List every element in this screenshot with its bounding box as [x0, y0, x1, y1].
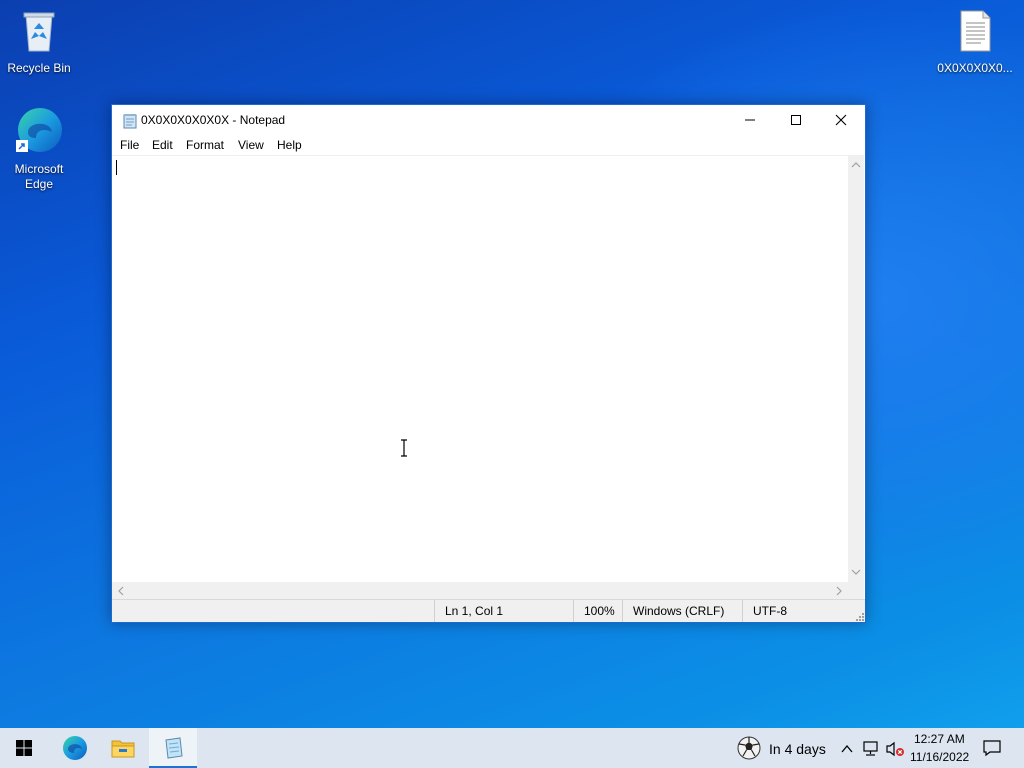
- taskbar: In 4 days 12:27 AM 11/16/2022: [0, 728, 1024, 768]
- status-line-ending: Windows (CRLF): [622, 600, 743, 622]
- vertical-scrollbar[interactable]: [848, 155, 864, 582]
- start-button[interactable]: [0, 728, 48, 768]
- close-button[interactable]: [818, 105, 864, 135]
- recycle-bin-icon: [1, 9, 77, 57]
- desktop-icon-text-file[interactable]: 0X0X0X0X0...: [937, 9, 1013, 76]
- status-position: Ln 1, Col 1: [434, 600, 573, 622]
- weather-icon[interactable]: [737, 736, 761, 760]
- status-encoding: UTF-8: [742, 600, 853, 622]
- edge-icon: [63, 736, 87, 760]
- clock-time[interactable]: 12:27 AM: [914, 732, 965, 746]
- folder-icon: [111, 740, 135, 758]
- menu-bar: File Edit Format View Help: [112, 135, 865, 155]
- taskbar-notepad-button[interactable]: [149, 728, 197, 768]
- close-icon: [835, 114, 847, 126]
- text-caret: [116, 160, 117, 175]
- resize-grip-icon[interactable]: [854, 611, 864, 621]
- weather-text[interactable]: In 4 days: [769, 741, 826, 757]
- desktop-icon-microsoft-edge[interactable]: Microsoft Edge: [1, 106, 77, 192]
- windows-logo-icon: [16, 740, 32, 756]
- minimize-button[interactable]: [727, 105, 773, 135]
- clock-date[interactable]: 11/16/2022: [910, 750, 969, 764]
- volume-muted-icon[interactable]: [885, 741, 905, 757]
- scrollbar-corner: [848, 582, 864, 599]
- text-editor[interactable]: [112, 155, 848, 583]
- title-bar[interactable]: 0X0X0X0X0X0X - Notepad: [112, 105, 865, 135]
- notifications-icon[interactable]: [982, 739, 1002, 757]
- desktop-icon-label: Microsoft Edge: [14, 162, 64, 191]
- show-hidden-icons-icon[interactable]: [840, 742, 854, 756]
- desktop-icon-label: Recycle Bin: [7, 61, 71, 75]
- network-icon[interactable]: [862, 741, 880, 757]
- menu-file[interactable]: File: [120, 138, 139, 152]
- notepad-icon: [165, 737, 183, 759]
- status-bar: Ln 1, Col 1 100% Windows (CRLF) UTF-8: [112, 599, 865, 622]
- notepad-window: 0X0X0X0X0X0X - Notepad File Edit Format …: [111, 104, 866, 623]
- scroll-right-icon[interactable]: [831, 583, 847, 599]
- edge-icon: [1, 106, 77, 158]
- ibeam-cursor-icon: [401, 439, 407, 457]
- maximize-button[interactable]: [773, 105, 819, 135]
- horizontal-scrollbar[interactable]: [112, 582, 848, 599]
- scroll-left-icon[interactable]: [113, 583, 129, 599]
- menu-view[interactable]: View: [238, 138, 264, 152]
- menu-help[interactable]: Help: [277, 138, 302, 152]
- scroll-down-icon[interactable]: [848, 564, 864, 580]
- scroll-up-icon[interactable]: [848, 157, 864, 173]
- taskbar-edge-button[interactable]: [51, 728, 99, 768]
- minimize-icon: [745, 119, 755, 121]
- maximize-icon: [791, 115, 801, 125]
- text-file-icon: [937, 9, 1013, 57]
- window-title: 0X0X0X0X0X0X - Notepad: [141, 113, 286, 127]
- menu-format[interactable]: Format: [186, 138, 224, 152]
- desktop-icon-label: 0X0X0X0X0...: [937, 61, 1013, 75]
- notepad-icon: [122, 113, 138, 134]
- menu-edit[interactable]: Edit: [152, 138, 173, 152]
- taskbar-file-explorer-button[interactable]: [99, 728, 147, 768]
- desktop-icon-recycle-bin[interactable]: Recycle Bin: [1, 9, 77, 76]
- status-zoom: 100%: [573, 600, 624, 622]
